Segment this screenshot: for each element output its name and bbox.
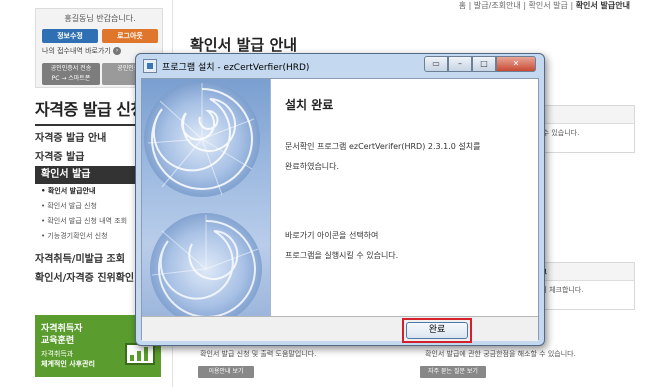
shortcut-label: 나의 접수내역 바로가기: [42, 47, 111, 55]
dialog-body: 설치 완료 문서확인 프로그램 ezCertVerifer(HRD) 2.3.1…: [141, 78, 539, 343]
close-button[interactable]: ✕: [496, 56, 536, 72]
installer-app-icon: [143, 59, 157, 73]
breadcrumb: 홈 | 발급/조회안내 | 확인서 발급 | 확인서 발급안내: [459, 0, 630, 11]
section-title: 자격증 발급 신청: [35, 100, 145, 119]
minimize-button[interactable]: –: [448, 56, 472, 72]
my-application-shortcut-link[interactable]: 나의 접수내역 바로가기 ›: [42, 46, 122, 56]
banner-line4: 체계적인 사후관리: [41, 360, 95, 368]
arrow-right-icon: ›: [113, 47, 122, 55]
banner-line2: 교육훈련: [41, 336, 75, 346]
install-message-line3: 바로가기 아이콘을 선택하여: [285, 231, 379, 240]
window-controls: ▭ – □ ✕: [424, 56, 536, 72]
nautilus-shell-image: [142, 79, 270, 316]
dialog-footer: 완료: [142, 316, 538, 343]
finish-button[interactable]: 완료: [406, 322, 468, 339]
install-message-line1: 문서확인 프로그램 ezCertVerifer(HRD) 2.3.1.0 설치를: [285, 142, 481, 151]
installer-dialog: 프로그램 설치 - ezCertVerfier(HRD) ▭ – □ ✕ 설치 …: [135, 53, 545, 346]
help-description: 확인서 발급 신청 및 출력 도움말입니다.: [200, 350, 317, 358]
edit-info-button[interactable]: 정보수정: [42, 29, 98, 43]
dialog-title-separator: -: [217, 63, 221, 73]
banner-line3: 자격취득과: [41, 350, 74, 358]
chart-board-icon: [125, 343, 155, 365]
faq-button[interactable]: 자주 묻는 질문 보기: [420, 366, 486, 378]
cert-transfer-button[interactable]: 공인인증서 전송 PC → 스마트폰: [42, 63, 100, 85]
dialog-titlebar[interactable]: 프로그램 설치 - ezCertVerfier(HRD) ▭ – □ ✕: [136, 54, 544, 78]
cert-transfer-label: 공인인증서 전송: [50, 65, 92, 72]
install-complete-title: 설치 완료: [285, 98, 334, 112]
dialog-title-prefix: 프로그램 설치: [162, 63, 215, 73]
cert-transfer-sublabel: PC → 스마트폰: [51, 75, 91, 82]
restore-icon[interactable]: ▭: [424, 56, 448, 72]
dialog-title-app: ezCertVerfier(HRD): [223, 63, 310, 73]
dialog-title: 프로그램 설치 - ezCertVerfier(HRD): [162, 60, 309, 73]
page-title: 확인서 발급 안내: [190, 36, 298, 54]
greeting-text: 홍길동님 반갑습니다.: [64, 14, 136, 23]
breadcrumb-path: 홈 | 발급/조회안내 | 확인서 발급 |: [458, 1, 576, 10]
maximize-button[interactable]: □: [472, 56, 496, 72]
usage-guide-button[interactable]: 이용안내 보기: [198, 366, 254, 378]
breadcrumb-current: 확인서 발급안내: [575, 1, 630, 10]
install-message-line4: 프로그램을 실행시킬 수 있습니다.: [285, 251, 399, 260]
logout-button[interactable]: 로그아웃: [102, 29, 158, 43]
install-message-line2: 완료하였습니다.: [285, 162, 340, 171]
faq-description: 확인서 발급에 관한 궁금한점을 해소할 수 있습니다.: [425, 350, 576, 358]
dialog-content: 설치 완료 문서확인 프로그램 ezCertVerifer(HRD) 2.3.1…: [270, 79, 538, 316]
